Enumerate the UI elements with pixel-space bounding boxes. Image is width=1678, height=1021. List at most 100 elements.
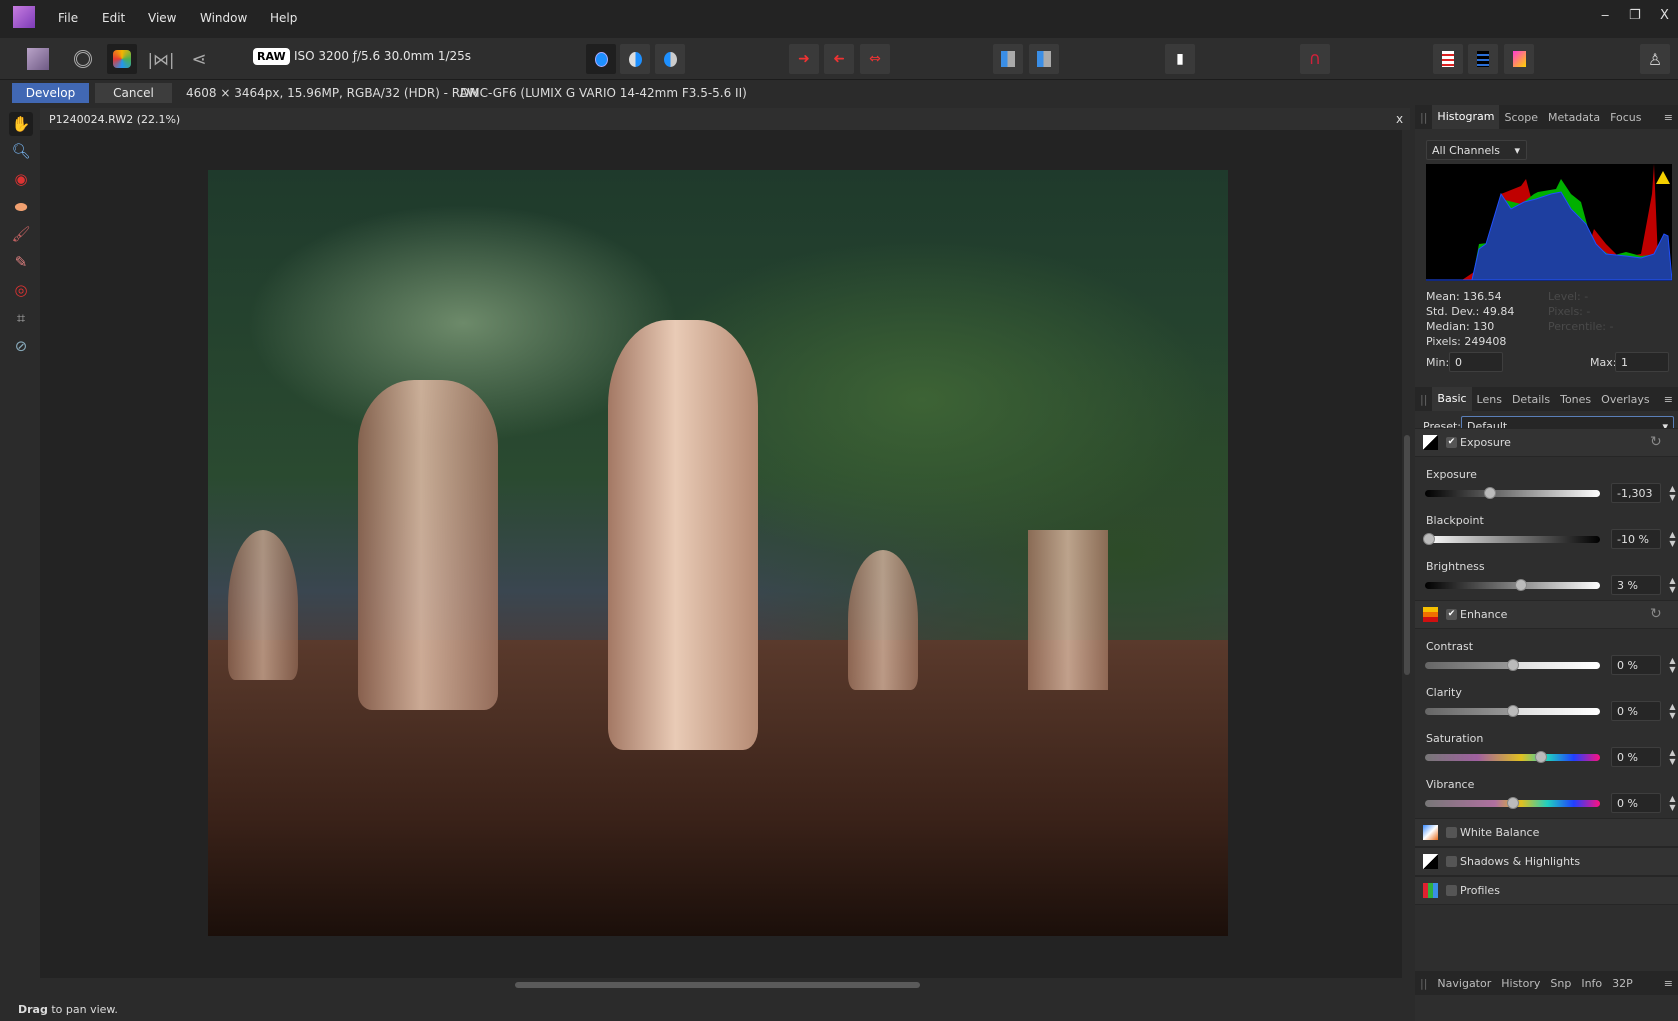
tab-histogram[interactable]: Histogram (1432, 105, 1500, 129)
slider-track[interactable] (1425, 659, 1600, 671)
reset-icon[interactable]: ↻ (1650, 606, 1662, 622)
tab-focus[interactable]: Focus (1605, 111, 1646, 124)
slider-value-input[interactable]: 0 % (1611, 747, 1661, 767)
white-balance-tool[interactable]: ⊘ (9, 334, 33, 358)
tab-history[interactable]: History (1496, 977, 1545, 990)
tab-details[interactable]: Details (1507, 393, 1555, 406)
view-tool[interactable]: ✋ (9, 112, 33, 136)
assistant-redo-button[interactable] (1029, 44, 1059, 74)
section-enhance[interactable]: ✔ Enhance ↻ (1415, 600, 1678, 629)
tab-tones[interactable]: Tones (1555, 393, 1596, 406)
split-both-button[interactable]: ⇔ (860, 44, 890, 74)
overlay-paint-tool[interactable]: 🖌︎ (9, 222, 33, 246)
tab-basic[interactable]: Basic (1432, 387, 1472, 411)
zoom-tool[interactable]: 🔍︎ (9, 139, 33, 163)
stepper-icon[interactable]: ▲ ▼ (1668, 484, 1677, 502)
snapping-button[interactable]: ∩ (1300, 44, 1330, 74)
slider-knob[interactable] (1422, 533, 1435, 545)
overlay-gradient-tool[interactable]: ◎ (9, 278, 33, 302)
tab-info[interactable]: Info (1576, 977, 1607, 990)
crop-tool[interactable]: ⌗ (9, 306, 33, 330)
section-enable-checkbox[interactable]: ✔ (1446, 609, 1457, 620)
develop-button[interactable]: Develop (12, 83, 89, 103)
menu-file[interactable]: File (58, 11, 78, 25)
red-eye-tool[interactable]: ◉ (9, 167, 33, 191)
channel-select[interactable]: All Channels ▾ (1426, 140, 1527, 160)
account-button[interactable]: ♙ (1640, 44, 1670, 74)
vertical-scrollbar[interactable] (1402, 130, 1412, 978)
cancel-button[interactable]: Cancel (95, 83, 172, 103)
section-enable-checkbox[interactable]: ✔ (1446, 437, 1457, 448)
tab-overlays[interactable]: Overlays (1596, 393, 1655, 406)
slider-value-input[interactable]: 0 % (1611, 655, 1661, 675)
tone-mapping-persona-button[interactable]: |⋈| (146, 44, 176, 74)
slider-value-input[interactable]: 3 % (1611, 575, 1661, 595)
section-enable-checkbox[interactable] (1446, 885, 1457, 896)
panel-menu-icon[interactable]: ≡ (1659, 111, 1678, 124)
split-left-button[interactable]: ➜ (789, 44, 819, 74)
view-mode-single[interactable] (586, 44, 616, 74)
highlight-clipping-button[interactable] (1433, 44, 1463, 74)
section-enable-checkbox[interactable] (1446, 827, 1457, 838)
slider-track[interactable] (1425, 705, 1600, 717)
split-right-button[interactable]: ➜ (824, 44, 854, 74)
max-input[interactable]: 1 (1615, 352, 1669, 372)
assistant-undo-button[interactable] (993, 44, 1023, 74)
develop-persona-button[interactable] (107, 44, 137, 74)
slider-track[interactable] (1425, 797, 1600, 809)
vertical-scroll-thumb[interactable] (1404, 435, 1410, 675)
panel-menu-icon[interactable]: ≡ (1659, 393, 1678, 406)
min-input[interactable]: 0 (1449, 352, 1503, 372)
tab-metadata[interactable]: Metadata (1543, 111, 1605, 124)
tab-lens[interactable]: Lens (1472, 393, 1507, 406)
section-white-balance[interactable]: White Balance (1415, 818, 1678, 847)
reset-icon[interactable]: ↻ (1650, 434, 1662, 450)
clipping-button[interactable]: ▮ (1165, 44, 1195, 74)
tab-snapshots[interactable]: Snp (1545, 977, 1576, 990)
slider-knob[interactable] (1506, 705, 1519, 717)
photo-chess-pieces[interactable] (208, 170, 1228, 936)
slider-knob[interactable] (1483, 487, 1496, 499)
menu-help[interactable]: Help (270, 11, 297, 25)
tab-32p[interactable]: 32P (1607, 977, 1638, 990)
slider-value-input[interactable]: 0 % (1611, 701, 1661, 721)
stepper-icon[interactable]: ▲ ▼ (1668, 794, 1677, 812)
stepper-icon[interactable]: ▲ ▼ (1668, 576, 1677, 594)
stepper-icon[interactable]: ▲ ▼ (1668, 702, 1677, 720)
stepper-icon[interactable]: ▲ ▼ (1668, 748, 1677, 766)
stepper-icon[interactable]: ▲ ▼ (1668, 530, 1677, 548)
view-mode-split[interactable] (620, 44, 650, 74)
photo-persona-button[interactable] (23, 44, 53, 74)
tab-navigator[interactable]: Navigator (1432, 977, 1496, 990)
menu-edit[interactable]: Edit (102, 11, 125, 25)
slider-knob[interactable] (1506, 659, 1519, 671)
minimize-button[interactable]: ‒ (1601, 8, 1609, 23)
shadow-clipping-button[interactable] (1468, 44, 1498, 74)
slider-knob[interactable] (1534, 751, 1547, 763)
tone-clipping-button[interactable] (1504, 44, 1534, 74)
close-document-button[interactable]: x (1396, 112, 1403, 126)
view-mode-mirror[interactable] (655, 44, 685, 74)
menu-view[interactable]: View (148, 11, 176, 25)
document-tab[interactable]: P1240024.RW2 (22.1%) (49, 113, 180, 126)
slider-knob[interactable] (1506, 797, 1519, 809)
tab-scope[interactable]: Scope (1499, 111, 1543, 124)
section-exposure[interactable]: ✔ Exposure ↻ (1415, 428, 1678, 457)
slider-value-input[interactable]: -1,303 (1611, 483, 1661, 503)
slider-value-input[interactable]: 0 % (1611, 793, 1661, 813)
liquify-persona-button[interactable] (68, 44, 98, 74)
menu-window[interactable]: Window (200, 11, 247, 25)
restore-button[interactable]: ❐ (1629, 8, 1641, 23)
overlay-erase-tool[interactable]: ✎ (9, 250, 33, 274)
panel-menu-icon[interactable]: ≡ (1659, 977, 1678, 990)
stepper-icon[interactable]: ▲ ▼ (1668, 656, 1677, 674)
slider-track[interactable] (1422, 533, 1600, 545)
section-profiles[interactable]: Profiles (1415, 876, 1678, 905)
export-persona-button[interactable]: ⋖ (184, 44, 214, 74)
horizontal-scrollbar[interactable] (40, 978, 1402, 992)
slider-track[interactable] (1425, 487, 1600, 499)
slider-track[interactable] (1425, 579, 1600, 591)
horizontal-scroll-thumb[interactable] (515, 982, 920, 988)
close-button[interactable]: X (1660, 8, 1669, 23)
section-enable-checkbox[interactable] (1446, 856, 1457, 867)
